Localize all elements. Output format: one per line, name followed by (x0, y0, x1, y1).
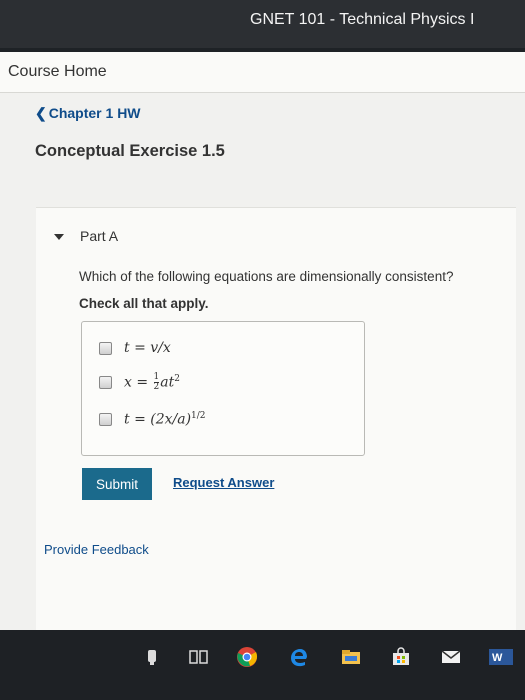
svg-text:W: W (492, 652, 503, 664)
task-view-icon[interactable] (188, 646, 210, 668)
option-2-checkbox[interactable] (99, 375, 112, 389)
option-2-label: x = 1 2 at2 (124, 371, 180, 392)
answer-options: t = v/x x = 1 2 at2 t = (2x/a)1/2 (81, 321, 365, 456)
course-nav-bar: Course Home (0, 52, 525, 93)
chevron-left-icon: ❮ (35, 105, 47, 121)
request-answer-link[interactable]: Request Answer (173, 475, 274, 490)
option-3-label: t = (2x/a)1/2 (124, 410, 206, 428)
caret-down-icon (54, 234, 64, 241)
store-icon[interactable] (390, 646, 412, 668)
file-explorer-icon[interactable] (340, 646, 362, 668)
part-a-toggle[interactable]: Part A (54, 228, 118, 244)
provide-feedback-link[interactable]: Provide Feedback (44, 542, 149, 557)
page-content: Course Home ❮ Chapter 1 HW Conceptual Exe… (0, 52, 525, 631)
chrome-icon[interactable] (236, 646, 258, 668)
window-titlebar: GNET 101 - Technical Physics I (0, 0, 525, 48)
part-label: Part A (80, 228, 119, 244)
page-title: Conceptual Exercise 1.5 (35, 142, 225, 160)
option-3[interactable]: t = (2x/a)1/2 (99, 408, 206, 430)
os-taskbar: W (0, 630, 525, 700)
course-home-link[interactable]: Course Home (8, 63, 107, 81)
audio-icon[interactable] (142, 646, 164, 668)
question-text: Which of the following equations are dim… (79, 269, 454, 284)
mail-icon[interactable] (440, 646, 462, 668)
option-1-label: t = v/x (124, 340, 171, 356)
option-1-checkbox[interactable] (99, 341, 112, 355)
app-title: GNET 101 - Technical Physics I (250, 11, 475, 28)
submit-button[interactable]: Submit (82, 468, 152, 500)
instruction-text: Check all that apply. (79, 296, 209, 311)
breadcrumb-back-link[interactable]: ❮ Chapter 1 HW (35, 105, 141, 122)
word-icon[interactable]: W (488, 646, 514, 668)
option-2[interactable]: x = 1 2 at2 (99, 371, 180, 393)
option-1[interactable]: t = v/x (99, 337, 171, 359)
option-3-checkbox[interactable] (99, 412, 112, 426)
breadcrumb-label: Chapter 1 HW (48, 105, 141, 121)
edge-icon[interactable] (288, 646, 310, 668)
part-a-panel: Part A Which of the following equations … (36, 207, 516, 631)
